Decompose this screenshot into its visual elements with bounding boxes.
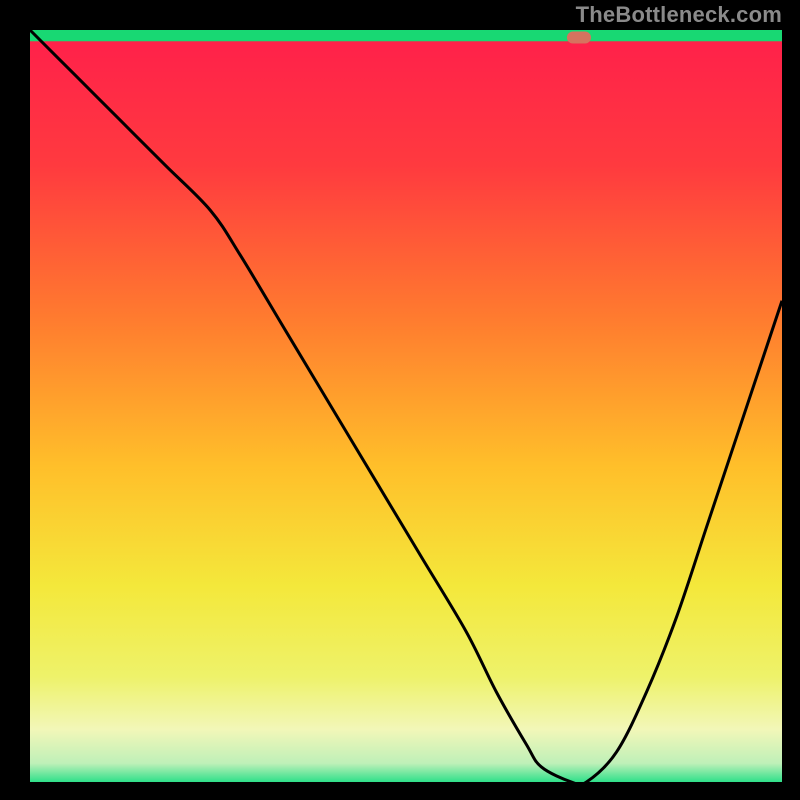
optimal-marker (567, 32, 591, 44)
green-strip (30, 30, 782, 41)
chart-container: TheBottleneck.com (0, 0, 800, 800)
bottleneck-chart (0, 0, 800, 800)
